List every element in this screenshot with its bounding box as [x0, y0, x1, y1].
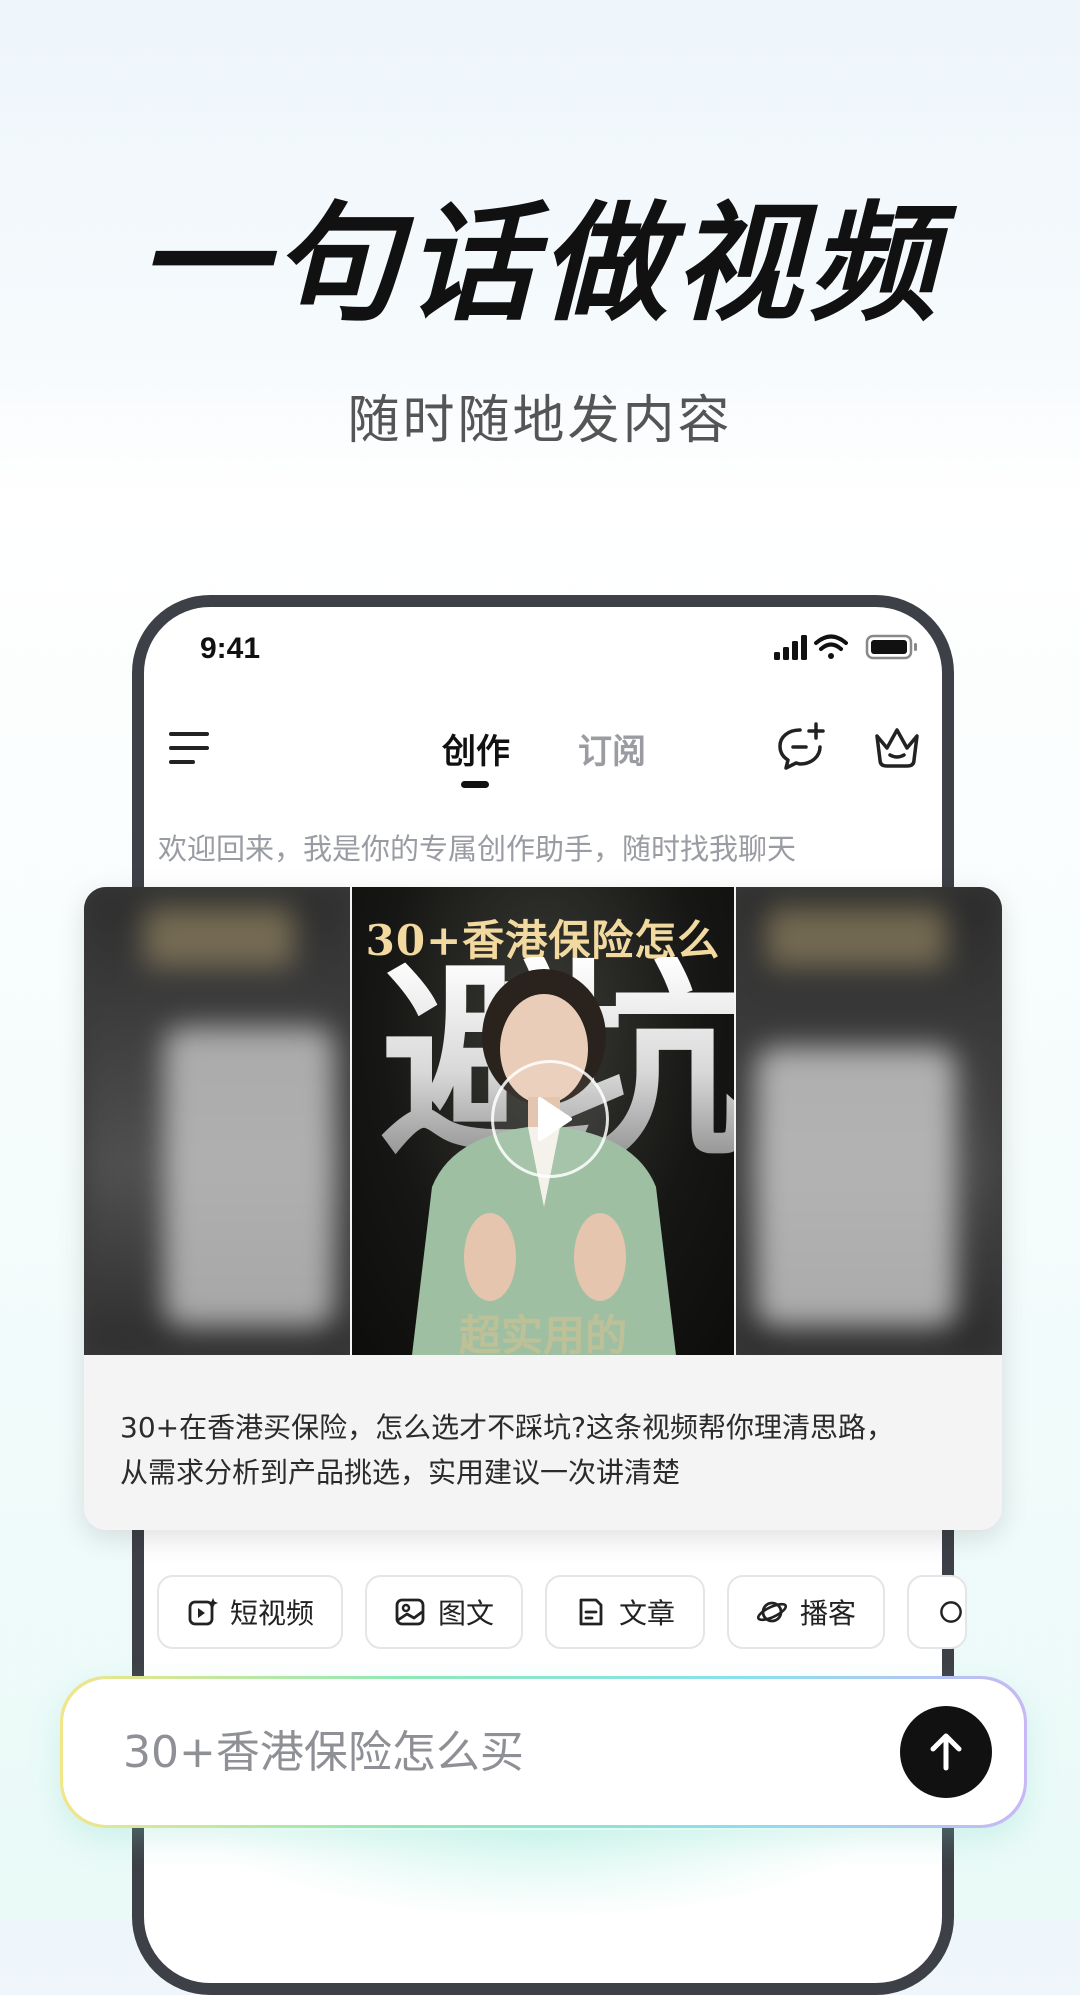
- wifi-icon: [814, 634, 848, 659]
- chip-podcast[interactable]: 播客: [727, 1575, 885, 1649]
- play-button[interactable]: [491, 1060, 609, 1178]
- arrow-up-icon: [930, 1733, 962, 1771]
- description-line-2: 从需求分析到产品挑选，实用建议一次讲清楚: [120, 1456, 681, 1489]
- chip-label: 播客: [799, 1597, 856, 1630]
- prompt-input-inner: [63, 1679, 1024, 1825]
- new-chat-icon[interactable]: [776, 722, 826, 772]
- prompt-input[interactable]: [123, 1722, 823, 1773]
- video-description: 30+在香港买保险，怎么选才不踩坑?这条视频帮你理清思路， 从需求分析到产品挑选…: [120, 1405, 970, 1495]
- hero-subtitle: 随时随地发内容: [347, 391, 733, 451]
- welcome-message: 欢迎回来，我是你的专属创作助手，随时找我聊天: [158, 832, 797, 866]
- chip-image-text[interactable]: 图文: [365, 1575, 523, 1649]
- play-icon: [538, 1097, 572, 1141]
- status-time: 9:41: [200, 632, 261, 665]
- chip-label: 短视频: [229, 1597, 314, 1630]
- chip-article[interactable]: 文章: [545, 1575, 705, 1649]
- crown-icon[interactable]: [872, 722, 922, 772]
- tab-create[interactable]: 创作: [442, 724, 510, 773]
- chip-label: 图文: [437, 1597, 494, 1630]
- video-thumbnail[interactable]: 30+香港保险怎么买 避 坑 超实用的: [352, 887, 734, 1355]
- video-bottom-text: 超实用的: [458, 1311, 627, 1355]
- send-button[interactable]: [900, 1706, 992, 1798]
- video-card[interactable]: 30+香港保险怎么买 避 坑 超实用的 30+在香港买保险，怎么选才不踩坑?这条…: [84, 887, 1002, 1530]
- next-thumbnail: [736, 887, 1002, 1355]
- status-icons: [774, 634, 917, 660]
- article-icon: [579, 1598, 603, 1626]
- chip-label: 文章: [618, 1597, 675, 1630]
- podcast-icon: [756, 1601, 788, 1623]
- tab-subscribe[interactable]: 订阅: [578, 724, 646, 773]
- menu-icon[interactable]: [168, 728, 210, 768]
- hero-title: 一句话做视频: [137, 190, 942, 339]
- short-video-icon: [188, 1598, 218, 1626]
- description-line-1: 30+在香港买保险，怎么选才不踩坑?这条视频帮你理清思路，: [120, 1411, 894, 1444]
- prev-thumbnail: [84, 887, 350, 1355]
- tab-active-indicator: [461, 781, 489, 788]
- signal-icon: [774, 635, 807, 660]
- more-chip-icon: [940, 1601, 962, 1623]
- bottom-glow: [210, 1830, 870, 1920]
- chip-short-video[interactable]: 短视频: [157, 1575, 343, 1649]
- prompt-input-box: [60, 1676, 1027, 1828]
- image-text-icon: [395, 1598, 425, 1626]
- chip-more[interactable]: [907, 1575, 967, 1649]
- battery-icon: [865, 634, 917, 660]
